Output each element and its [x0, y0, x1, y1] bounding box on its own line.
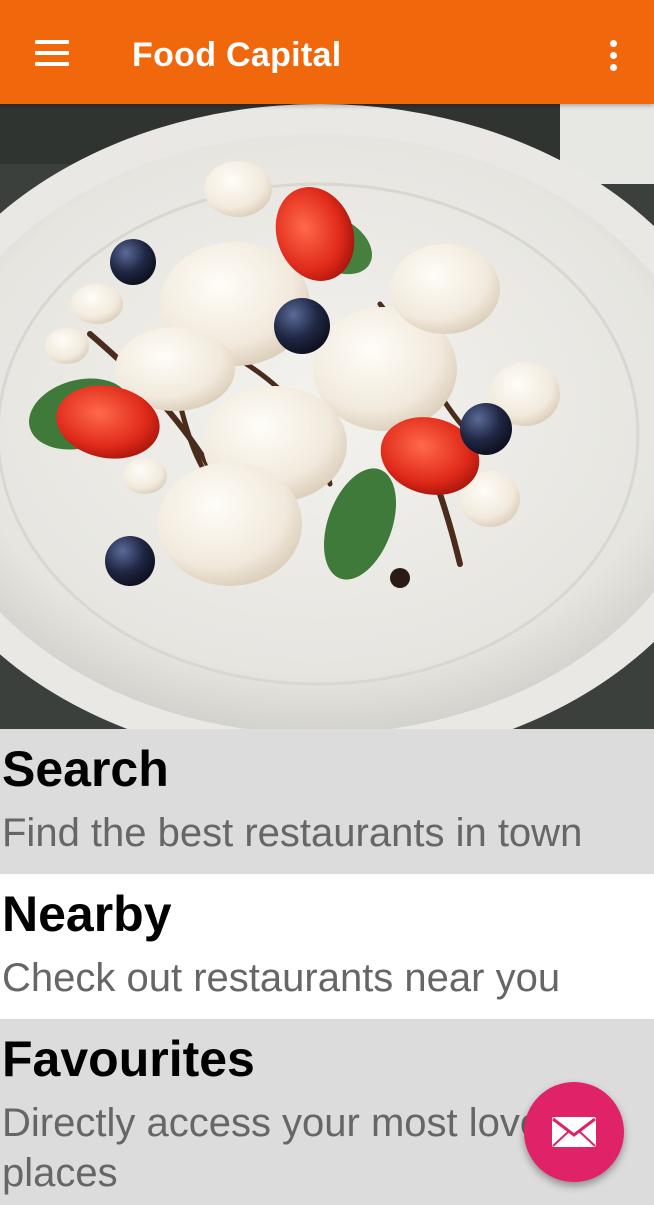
mail-icon — [552, 1117, 596, 1147]
card-title: Favourites — [2, 1031, 255, 1087]
card-title: Nearby — [2, 886, 172, 942]
app-title: Food Capital — [132, 36, 342, 74]
overflow-menu-button[interactable] — [594, 30, 634, 80]
card-title: Search — [2, 741, 169, 797]
card-subtitle: Check out restaurants near you — [2, 956, 561, 1000]
nearby-card[interactable]: Nearby Check out restaurants near you — [0, 874, 654, 1019]
search-card[interactable]: Search Find the best restaurants in town — [0, 729, 654, 874]
hero-image — [0, 104, 654, 729]
mail-fab-button[interactable] — [524, 1082, 624, 1182]
menu-button[interactable] — [22, 30, 80, 76]
hero-carousel[interactable] — [0, 104, 654, 729]
card-subtitle: Find the best restaurants in town — [2, 811, 583, 855]
app-bar: Food Capital — [0, 0, 654, 104]
